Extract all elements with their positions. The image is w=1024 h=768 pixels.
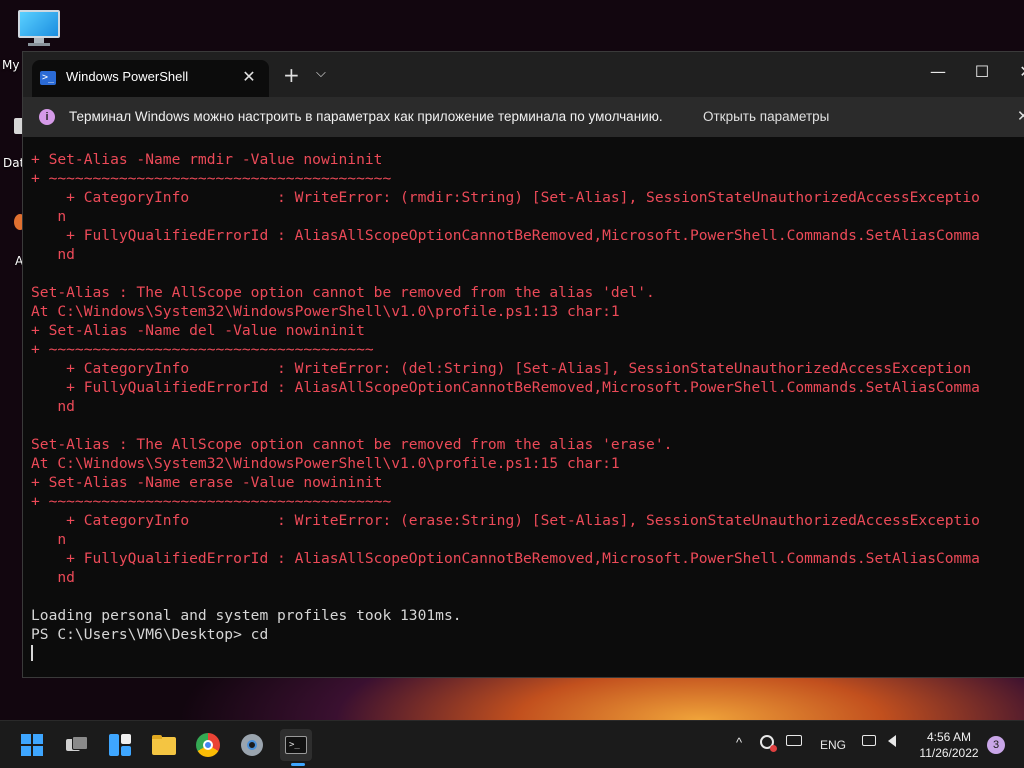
settings-icon[interactable] <box>236 729 268 761</box>
console-line: + CategoryInfo : WriteError: (rmdir:Stri… <box>31 189 980 206</box>
clock-date: 11/26/2022 <box>919 746 979 760</box>
console-line: + Set-Alias -Name rmdir -Value nowininit <box>31 151 383 168</box>
tray-chevron-up-icon[interactable]: ^ <box>736 735 742 750</box>
file-explorer-icon[interactable] <box>148 729 180 761</box>
console-cursor-line[interactable] <box>31 644 1024 663</box>
monitor-screen <box>18 10 60 38</box>
start-icon[interactable] <box>16 729 48 761</box>
open-settings-link[interactable]: Открыть параметры <box>703 109 829 124</box>
network-icon[interactable] <box>862 735 876 746</box>
input-language[interactable]: ENG <box>820 738 846 752</box>
clock[interactable]: 4:56 AM 11/26/2022 <box>912 729 986 761</box>
minimize-button[interactable]: — <box>923 62 953 81</box>
taskbar: >_ ^ ENG 4:56 AM 11/26/2022 <box>0 720 1024 768</box>
console-line: PS C:\Users\VM6\Desktop> cd <box>31 626 269 643</box>
console-line: + ~~~~~~~~~~~~~~~~~~~~~~~~~~~~~~~~~~~~~~… <box>31 493 392 510</box>
tab-windows-powershell[interactable]: >_ Windows PowerShell ✕ <box>32 60 269 97</box>
keyboard-icon[interactable] <box>786 735 802 746</box>
clock-time: 4:56 AM <box>926 730 972 744</box>
chevron-down-icon[interactable]: ⌵ <box>316 66 326 81</box>
infobar-message: Терминал Windows можно настроить в парам… <box>69 109 663 124</box>
console-line: + ~~~~~~~~~~~~~~~~~~~~~~~~~~~~~~~~~~~~~~… <box>31 170 392 187</box>
chrome-icon[interactable] <box>192 729 224 761</box>
console-line: nd <box>31 569 75 586</box>
onedrive-sync-icon[interactable] <box>760 735 777 752</box>
close-button[interactable]: ✕ <box>1011 62 1024 81</box>
console-line: + FullyQualifiedErrorId : AliasAllScopeO… <box>31 227 980 244</box>
console-line: Set-Alias : The AllScope option cannot b… <box>31 284 655 301</box>
desktop-icon-label-this-pc[interactable]: My <box>2 58 19 72</box>
console-line: nd <box>31 398 75 415</box>
active-app-indicator <box>291 763 305 766</box>
console-line: nd <box>31 246 75 263</box>
title-bar[interactable]: >_ Windows PowerShell ✕ + ⌵ — ☐ ✕ <box>23 52 1024 97</box>
console-line: Loading personal and system profiles too… <box>31 607 462 624</box>
console-line: At C:\Windows\System32\WindowsPowerShell… <box>31 455 620 472</box>
default-terminal-infobar: i Терминал Windows можно настроить в пар… <box>23 97 1024 137</box>
monitor-base <box>28 43 50 46</box>
powershell-icon: >_ <box>40 71 56 85</box>
terminal-window: >_ Windows PowerShell ✕ + ⌵ — ☐ ✕ i Терм… <box>22 51 1024 678</box>
console-line: At C:\Windows\System32\WindowsPowerShell… <box>31 303 620 320</box>
console-line: n <box>31 208 67 225</box>
console-line: Set-Alias : The AllScope option cannot b… <box>31 436 673 453</box>
console-line: + Set-Alias -Name erase -Value nowininit <box>31 474 383 491</box>
console-line: + FullyQualifiedErrorId : AliasAllScopeO… <box>31 550 980 567</box>
task-view-icon[interactable] <box>60 729 92 761</box>
console-line: + FullyQualifiedErrorId : AliasAllScopeO… <box>31 379 980 396</box>
new-tab-button[interactable]: + <box>283 65 300 85</box>
text-cursor <box>31 645 33 661</box>
console-line: + CategoryInfo : WriteError: (del:String… <box>31 360 972 377</box>
widgets-icon[interactable] <box>104 729 136 761</box>
console-output[interactable]: + Set-Alias -Name rmdir -Value nowininit… <box>31 150 1024 663</box>
console-line: + CategoryInfo : WriteError: (erase:Stri… <box>31 512 980 529</box>
maximize-button[interactable]: ☐ <box>967 62 997 81</box>
terminal-icon[interactable]: >_ <box>280 729 312 761</box>
console-line: + ~~~~~~~~~~~~~~~~~~~~~~~~~~~~~~~~~~~~~ <box>31 341 374 358</box>
console-line: n <box>31 531 67 548</box>
notification-badge[interactable]: 3 <box>987 736 1005 754</box>
infobar-close-icon[interactable]: ✕ <box>1017 107 1024 125</box>
console-line: + Set-Alias -Name del -Value nowininit <box>31 322 365 339</box>
volume-icon[interactable] <box>888 735 896 747</box>
tab-close-icon[interactable]: ✕ <box>239 67 259 87</box>
tab-title: Windows PowerShell <box>66 69 189 84</box>
info-icon: i <box>39 109 55 125</box>
this-pc-icon[interactable] <box>18 10 60 46</box>
